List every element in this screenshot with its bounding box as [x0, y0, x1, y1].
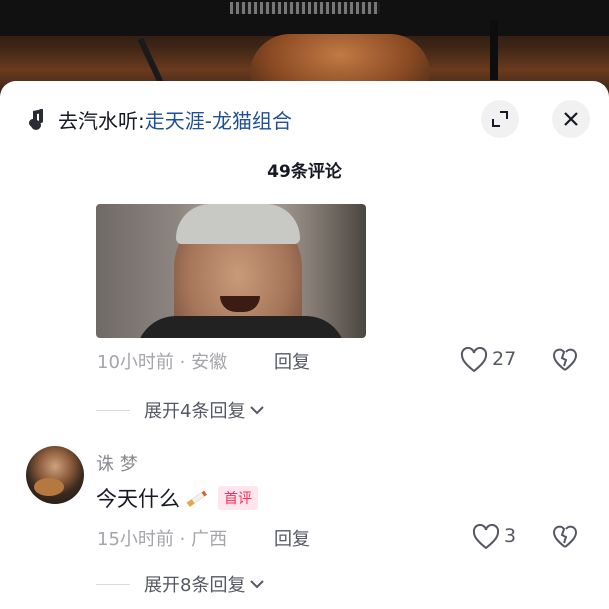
- comment-time-location: 15小时前 · 广西: [97, 529, 228, 550]
- comment-text: 今天什么: [96, 487, 180, 511]
- comment-count: 49条评论: [267, 162, 342, 182]
- like-count: 27: [492, 348, 517, 370]
- song-link[interactable]: 走天涯-龙猫组合: [145, 105, 292, 134]
- expand-replies-label: 展开4条回复: [144, 401, 246, 422]
- divider-line: [96, 409, 130, 411]
- reply-button[interactable]: 回复: [274, 525, 310, 551]
- cigarette-emoji-icon: [186, 490, 207, 508]
- close-button[interactable]: [552, 100, 590, 138]
- music-note-icon: [29, 109, 43, 130]
- heart-icon[interactable]: [460, 347, 488, 373]
- expand-button[interactable]: [481, 100, 519, 138]
- broken-heart-icon[interactable]: [552, 347, 578, 373]
- comment-body: 今天什么 首评: [96, 483, 258, 513]
- like-count: 3: [504, 525, 517, 547]
- expand-replies[interactable]: 展开4条回复: [96, 397, 265, 423]
- image-shirt: [136, 316, 346, 338]
- close-icon: [564, 112, 578, 126]
- expand-icon: [492, 111, 508, 127]
- first-comment-badge: 首评: [218, 486, 258, 510]
- comment-image[interactable]: [96, 204, 366, 338]
- avatar[interactable]: [26, 446, 84, 504]
- reply-button[interactable]: 回复: [274, 348, 310, 374]
- avatar-guitar: [34, 478, 64, 496]
- video-stand: [490, 20, 498, 80]
- comments-sheet: 去汽水听: 走天涯-龙猫组合 49条评论 10小时前 · 安徽 回复 27 展开…: [0, 81, 609, 609]
- source-prefix: 去汽水听:: [58, 108, 145, 133]
- username[interactable]: 诛 梦: [96, 450, 138, 476]
- comment-time-location: 10小时前 · 安徽: [97, 352, 228, 373]
- expand-replies[interactable]: 展开8条回复: [96, 571, 265, 597]
- divider-line: [96, 583, 130, 585]
- chevron-down-icon: [250, 406, 265, 415]
- broken-heart-icon[interactable]: [552, 524, 578, 550]
- video-keyboard: [0, 0, 609, 36]
- music-source-bar[interactable]: 去汽水听: 走天涯-龙猫组合: [28, 105, 292, 133]
- image-hair: [176, 204, 300, 244]
- heart-icon[interactable]: [472, 524, 500, 550]
- expand-replies-label: 展开8条回复: [144, 575, 246, 596]
- chevron-down-icon: [250, 580, 265, 589]
